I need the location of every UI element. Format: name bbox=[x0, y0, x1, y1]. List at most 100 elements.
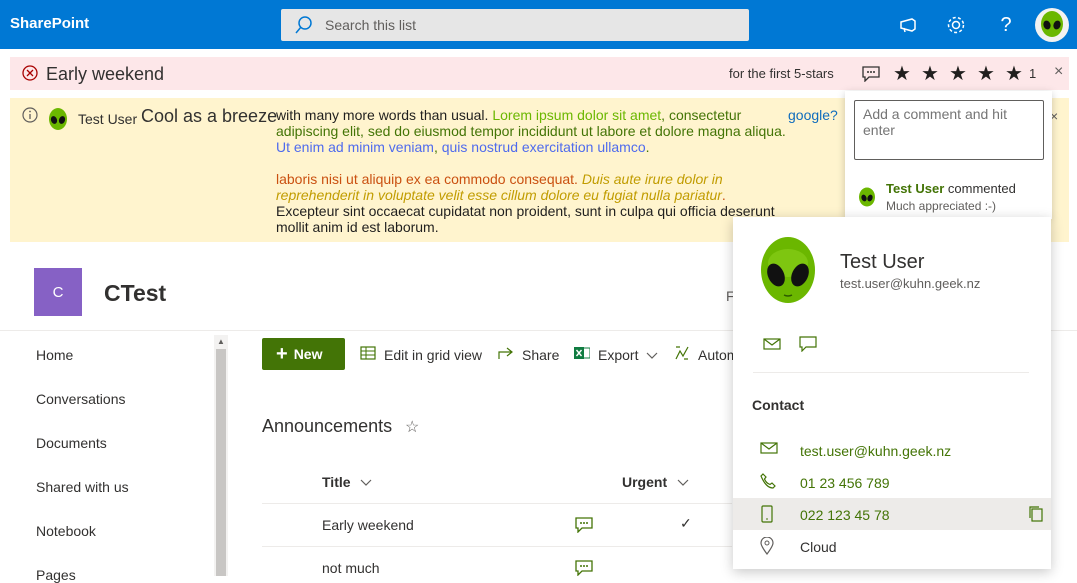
megaphone-icon[interactable] bbox=[897, 13, 921, 37]
share-icon bbox=[498, 345, 514, 364]
search-box[interactable]: Search this list bbox=[281, 9, 749, 41]
list-title: Announcements bbox=[262, 416, 393, 436]
copy-icon[interactable] bbox=[1028, 505, 1044, 526]
search-placeholder: Search this list bbox=[325, 17, 417, 33]
site-title[interactable]: CTest bbox=[104, 280, 166, 307]
nav-item-conversations[interactable]: Conversations bbox=[36, 391, 206, 407]
user-avatar bbox=[751, 235, 825, 309]
export-label: Export bbox=[598, 346, 639, 363]
nav-item-documents[interactable]: Documents bbox=[36, 435, 206, 451]
automate-button[interactable]: Autom bbox=[674, 345, 738, 364]
column-title-label: Title bbox=[322, 474, 351, 490]
alert-title: Early weekend bbox=[46, 64, 165, 84]
nav-item-notebook[interactable]: Notebook bbox=[36, 523, 206, 539]
user-avatar bbox=[45, 107, 71, 133]
chat-icon[interactable] bbox=[799, 336, 817, 355]
comment-action: commented bbox=[944, 181, 1016, 196]
edit-grid-label: Edit in grid view bbox=[384, 346, 483, 363]
nav-item-home[interactable]: Home bbox=[36, 347, 206, 363]
contact-phone[interactable]: 01 23 456 789 bbox=[800, 475, 890, 491]
grid-icon bbox=[360, 345, 376, 364]
search-icon bbox=[295, 15, 313, 38]
star-icon[interactable]: ★ bbox=[972, 63, 1000, 85]
flow-icon bbox=[674, 345, 690, 364]
comment-input[interactable] bbox=[854, 100, 1044, 160]
site-logo[interactable]: C bbox=[34, 268, 82, 316]
plus-icon: + bbox=[276, 343, 288, 365]
star-icon[interactable]: ★ bbox=[944, 63, 972, 85]
rating-count: 1 bbox=[1029, 66, 1037, 81]
info-icon bbox=[22, 107, 38, 126]
text-run: laboris nisi ut aliquip ex ea commodo co… bbox=[276, 171, 582, 187]
comment-icon[interactable] bbox=[575, 517, 593, 536]
contact-email-row[interactable]: test.user@kuhn.geek.nz bbox=[733, 434, 1051, 466]
comment-author[interactable]: Test User bbox=[886, 181, 944, 196]
contact-location: Cloud bbox=[800, 539, 837, 555]
message-body: with many more words than usual. Lorem i… bbox=[276, 107, 786, 235]
column-header-title[interactable]: Title bbox=[322, 474, 372, 490]
text-run: Lorem ipsum dolor sit amet bbox=[492, 107, 662, 123]
comment-panel: Test User commented Much appreciated :-) bbox=[845, 91, 1052, 219]
contact-mobile-row[interactable]: 022 123 45 78 bbox=[733, 498, 1051, 530]
share-label: Share bbox=[522, 346, 560, 363]
location-pin-icon bbox=[760, 536, 774, 558]
comment-icon[interactable] bbox=[575, 560, 593, 579]
comment-icon[interactable] bbox=[862, 66, 880, 85]
profile-card: Test User test.user@kuhn.geek.nz Contact… bbox=[733, 217, 1051, 569]
contact-location-row: Cloud bbox=[733, 530, 1051, 562]
text-run: quis nostrud exercitation ullamco bbox=[441, 139, 646, 155]
rating-text: for the first 5-stars bbox=[729, 66, 834, 81]
contact-mobile[interactable]: 022 123 45 78 bbox=[800, 507, 890, 523]
chevron-down-icon bbox=[646, 347, 658, 363]
text-run: Ut enim ad minim veniam bbox=[276, 139, 434, 155]
user-avatar[interactable] bbox=[1035, 8, 1069, 42]
new-button[interactable]: + New bbox=[262, 338, 345, 370]
table-row-title[interactable]: not much bbox=[322, 560, 380, 576]
divider bbox=[753, 372, 1029, 373]
favorite-star-icon[interactable]: ☆ bbox=[405, 417, 419, 437]
scrollbar[interactable]: ▲ bbox=[214, 335, 228, 576]
share-button[interactable]: Share bbox=[498, 345, 559, 364]
checkmark-icon: ✓ bbox=[680, 515, 692, 531]
star-icon[interactable]: ★ bbox=[888, 63, 916, 85]
mail-icon[interactable] bbox=[763, 337, 781, 354]
help-icon[interactable]: ? bbox=[994, 13, 1018, 37]
chevron-down-icon bbox=[677, 474, 689, 490]
scrollbar-thumb[interactable] bbox=[216, 349, 226, 576]
star-icon[interactable]: ★ bbox=[1000, 63, 1028, 85]
comment-header: Test User commented bbox=[886, 181, 1016, 196]
star-icon[interactable]: ★ bbox=[916, 63, 944, 85]
close-icon[interactable]: × bbox=[1054, 63, 1063, 81]
edit-grid-button[interactable]: Edit in grid view bbox=[360, 345, 482, 364]
mail-icon bbox=[760, 441, 778, 458]
export-button[interactable]: Export bbox=[574, 345, 658, 364]
text-run: , bbox=[433, 139, 442, 155]
new-label: New bbox=[293, 346, 323, 362]
table-row-title[interactable]: Early weekend bbox=[322, 517, 414, 533]
text-run: with many more words than usual. bbox=[276, 107, 493, 123]
text-run: Excepteur sint occaecat cupidatat non pr… bbox=[276, 203, 775, 235]
alert-banner: Early weekend for the first 5-stars ★ ★ … bbox=[10, 57, 1069, 90]
error-icon bbox=[22, 65, 38, 84]
excel-icon bbox=[574, 345, 591, 364]
comment-text: Much appreciated :-) bbox=[886, 199, 997, 213]
chevron-up-icon[interactable]: ▲ bbox=[217, 337, 225, 346]
gear-icon[interactable] bbox=[944, 13, 968, 37]
star-rating[interactable]: ★ ★ ★ ★ ★ bbox=[888, 63, 1028, 85]
profile-email: test.user@kuhn.geek.nz bbox=[840, 276, 981, 291]
nav-item-pages[interactable]: Pages bbox=[36, 567, 206, 583]
profile-name: Test User bbox=[840, 251, 925, 273]
chevron-down-icon bbox=[360, 474, 372, 490]
column-header-urgent[interactable]: Urgent bbox=[622, 474, 689, 490]
row-divider bbox=[262, 503, 732, 504]
google-link[interactable]: google? bbox=[788, 107, 838, 123]
text-run: . bbox=[721, 187, 726, 203]
contact-phone-row[interactable]: 01 23 456 789 bbox=[733, 466, 1051, 498]
app-brand[interactable]: SharePoint bbox=[10, 15, 89, 32]
contact-heading: Contact bbox=[752, 397, 805, 413]
phone-icon bbox=[760, 473, 776, 492]
nav-item-shared[interactable]: Shared with us bbox=[36, 479, 206, 495]
mobile-icon bbox=[760, 505, 774, 526]
author-name: Test User bbox=[78, 111, 138, 127]
contact-email[interactable]: test.user@kuhn.geek.nz bbox=[800, 443, 951, 459]
